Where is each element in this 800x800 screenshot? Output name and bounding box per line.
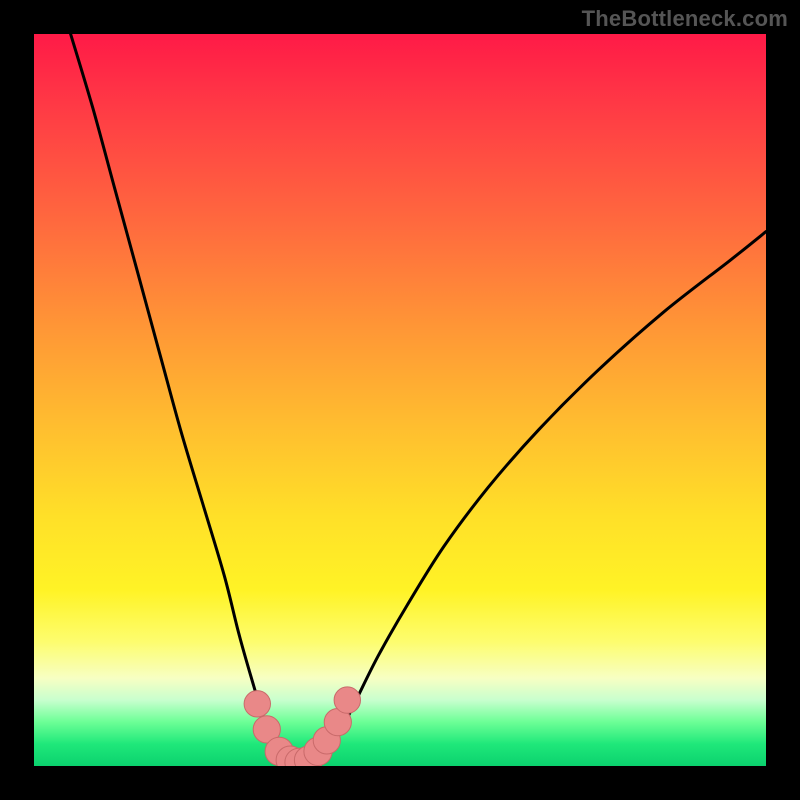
plot-area	[34, 34, 766, 766]
attribution-text: TheBottleneck.com	[582, 6, 788, 32]
highlight-marker	[244, 691, 270, 717]
chart-frame: TheBottleneck.com	[0, 0, 800, 800]
bottleneck-curve	[71, 34, 766, 764]
curve-layer	[34, 34, 766, 766]
highlight-marker	[334, 687, 360, 713]
